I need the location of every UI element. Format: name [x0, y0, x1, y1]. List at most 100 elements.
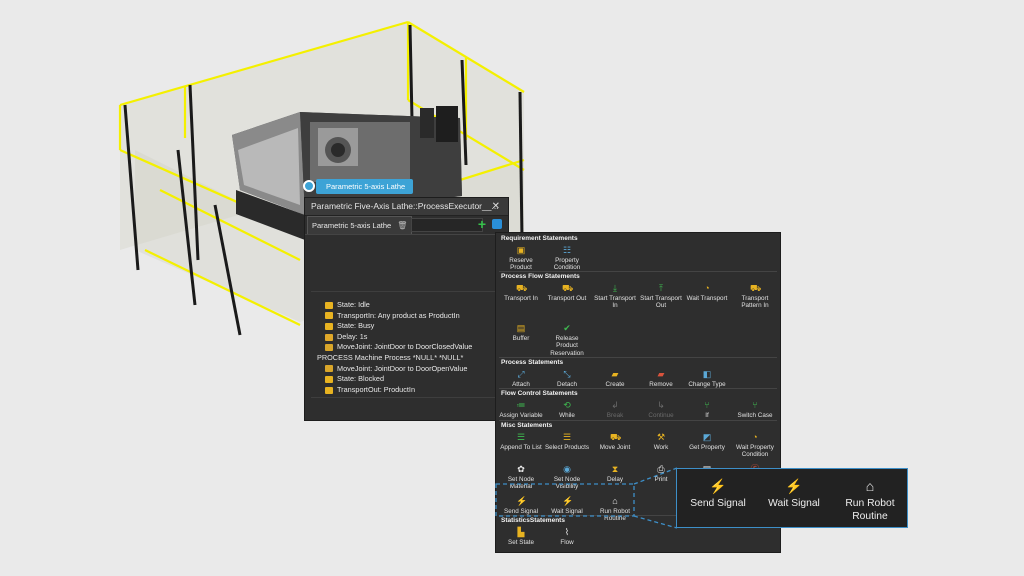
transport-out-button[interactable]: ⛟ Transport Out	[544, 283, 590, 302]
zoom-item-label: Run Robot Routine	[845, 498, 895, 522]
item-label: Wait Signal	[551, 508, 583, 515]
executor-title: Parametric Five-Axis Lathe::ProcessExecu…	[311, 201, 499, 211]
process-name-field[interactable]	[411, 218, 483, 232]
move-joint-icon	[325, 344, 333, 352]
buffer-button[interactable]: ▤ Buffer	[498, 323, 544, 342]
detach-button[interactable]: ⤡ Detach	[544, 369, 590, 388]
continue-icon: ↳	[657, 400, 665, 410]
item-label: Break	[606, 412, 624, 419]
remove-icon: ▰	[657, 369, 665, 379]
process-canvas[interactable]	[311, 239, 502, 292]
release-product-icon: ✔	[563, 323, 571, 333]
item-label: Set Node Material	[507, 476, 535, 491]
trash-icon[interactable]: 🗑	[397, 221, 407, 230]
zoom-wait-signal-button[interactable]: ⚡ Wait Signal	[757, 479, 831, 511]
property-condition-button[interactable]: ☷ Property Condition	[544, 245, 590, 272]
wait-property-condition-button[interactable]: ◔ Wait Property Condition	[732, 432, 778, 459]
item-label: Property Condition	[553, 257, 581, 272]
zoom-run-robot-button[interactable]: ⌂ Run Robot Routine	[833, 479, 907, 523]
change-type-icon: ◧	[702, 369, 712, 379]
statement-row[interactable]: TransportOut: ProductIn	[325, 385, 508, 396]
item-label: Buffer	[512, 335, 530, 342]
item-label: Flow	[560, 539, 574, 546]
item-label: Set Node Visibility	[553, 476, 581, 491]
statement-row[interactable]: PROCESS Machine Process *NULL* *NULL*	[317, 353, 508, 364]
statement-text: MoveJoint: JointDoor to DoorClosedValue	[337, 342, 473, 352]
executor-titlebar: Parametric Five-Axis Lathe::ProcessExecu…	[305, 198, 508, 216]
section-title: Flow Control Statements	[501, 390, 578, 397]
send-signal-icon: ⚡	[516, 496, 528, 506]
statement-text: PROCESS Machine Process *NULL* *NULL*	[317, 352, 464, 362]
statement-text: State: Busy	[337, 321, 375, 331]
add-process-icon[interactable]: +	[478, 216, 486, 233]
move-joint-button[interactable]: ⛟ Move Joint	[592, 432, 638, 451]
assign-variable-button[interactable]: ≔ Assign Variable	[498, 400, 544, 419]
transport-pattern-in-button[interactable]: ⛟ Transport Pattern In	[732, 283, 778, 310]
attach-icon: ⤢	[517, 369, 525, 379]
tab-process[interactable]: Parametric 5-axis Lathe 🗑	[307, 216, 413, 234]
release-product-reservation-button[interactable]: ✔ Release Product Reservation	[544, 323, 590, 357]
zoom-item-label: Wait Signal	[768, 498, 820, 509]
break-icon: ↲	[611, 400, 619, 410]
transport-in-button[interactable]: ⛟ Transport In	[498, 283, 544, 302]
attach-button[interactable]: ⤢ Attach	[498, 369, 544, 388]
item-label: Move Joint	[599, 444, 631, 451]
run-robot-icon: ⌂	[612, 496, 618, 506]
start-transport-in-button[interactable]: ⤓ Start Transport In	[592, 283, 638, 310]
set-state-button[interactable]: ▙ Set State	[498, 527, 544, 546]
set-node-material-button[interactable]: ✿ Set Node Material	[498, 464, 544, 491]
remove-button[interactable]: ▰ Remove	[638, 369, 684, 388]
tab-label: Parametric 5-axis Lathe	[312, 221, 392, 230]
switch-case-button[interactable]: ⑂ Switch Case	[732, 400, 778, 419]
while-button[interactable]: ⟲ While	[544, 400, 590, 419]
detach-icon: ⤡	[563, 369, 571, 379]
zoom-send-signal-button[interactable]: ⚡ Send Signal	[681, 479, 755, 511]
set-node-visibility-button[interactable]: ◉ Set Node Visibility	[544, 464, 590, 491]
switch-case-icon: ⑂	[752, 400, 758, 410]
section-title: Requirement Statements	[501, 235, 578, 242]
flow-button[interactable]: ⌇ Flow	[544, 527, 590, 546]
work-button[interactable]: ⚒ Work	[638, 432, 684, 451]
statement-row[interactable]: State: Busy	[325, 321, 508, 332]
append-to-list-button[interactable]: ☰ Append To List	[498, 432, 544, 451]
item-label: Remove	[649, 381, 673, 388]
transport-in-icon: ⛟	[516, 283, 528, 293]
move-joint-icon	[325, 365, 333, 373]
if-button[interactable]: ⑂ If	[684, 400, 730, 419]
statement-row[interactable]: Delay: 1s	[325, 332, 508, 343]
item-label: Create	[605, 381, 625, 388]
transport-in-icon	[325, 312, 333, 320]
wait-transport-button[interactable]: ◔ Wait Transport	[684, 283, 730, 302]
statement-row[interactable]: TransportIn: Any product as ProductIn	[325, 311, 508, 322]
transport-out-icon	[325, 386, 333, 394]
wait-transport-icon: ◔	[704, 283, 710, 293]
delay-button[interactable]: ⧗ Delay	[592, 464, 638, 483]
item-label: Append To List	[500, 444, 542, 451]
transport-pattern-icon: ⛟	[750, 283, 762, 293]
change-type-button[interactable]: ◧ Change Type	[684, 369, 730, 388]
get-property-button[interactable]: ◩ Get Property	[684, 432, 730, 451]
statements-grid-icon[interactable]	[492, 219, 502, 229]
item-label: Wait Transport	[686, 295, 728, 302]
statement-row[interactable]: MoveJoint: JointDoor to DoorClosedValue	[325, 342, 508, 353]
reserve-product-button[interactable]: ▣ Reserve Product	[498, 245, 544, 272]
statement-row[interactable]: MoveJoint: JointDoor to DoorOpenValue	[325, 364, 508, 375]
section-divider	[499, 388, 777, 389]
item-label: Transport Out	[547, 295, 587, 302]
statement-text: MoveJoint: JointDoor to DoorOpenValue	[337, 363, 468, 373]
select-products-button[interactable]: ☰ Select Products	[544, 432, 590, 451]
section-title: Process Flow Statements	[501, 273, 580, 280]
item-label: Detach	[557, 381, 577, 388]
close-icon[interactable]: ✕	[492, 198, 500, 215]
selection-handle[interactable]	[303, 180, 315, 192]
statement-row[interactable]: State: Blocked	[325, 374, 508, 385]
wait-signal-button[interactable]: ⚡ Wait Signal	[544, 496, 590, 515]
create-button[interactable]: ▰ Create	[592, 369, 638, 388]
start-transport-out-button[interactable]: ⤒ Start Transport Out	[638, 283, 684, 310]
statement-list: State: Idle TransportIn: Any product as P…	[305, 296, 508, 395]
run-robot-routine-button[interactable]: ⌂ Run Robot Routine	[592, 496, 638, 523]
statement-text: State: Blocked	[337, 374, 385, 384]
send-signal-button[interactable]: ⚡ Send Signal	[498, 496, 544, 515]
run-robot-icon: ⌂	[865, 478, 875, 494]
statement-row[interactable]: State: Idle	[325, 300, 508, 311]
